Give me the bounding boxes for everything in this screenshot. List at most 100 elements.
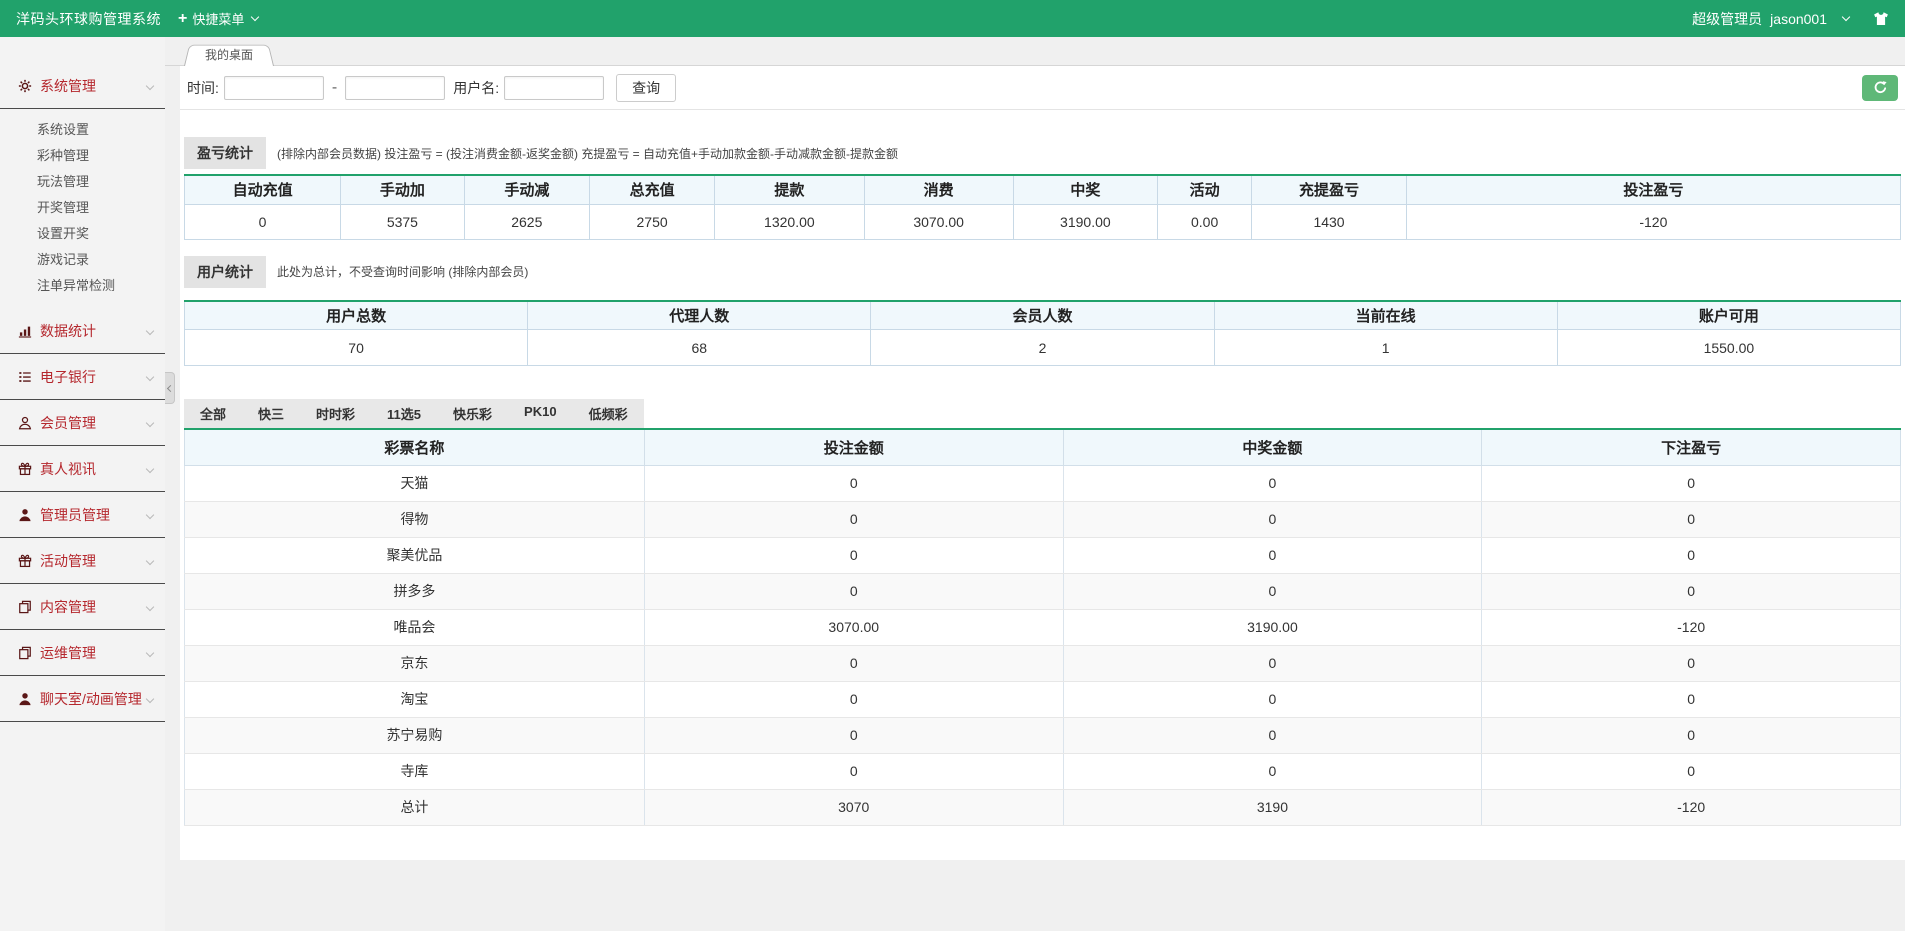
sidebar-item-label: 运维管理 xyxy=(40,643,96,663)
quick-menu-label: 快捷菜单 xyxy=(192,9,244,28)
query-button[interactable]: 查询 xyxy=(616,74,676,102)
sidebar-subitem[interactable]: 注单异常检测 xyxy=(0,273,165,299)
column-header: 自动充值 xyxy=(185,175,341,204)
sidebar-item-activities[interactable]: 活动管理 xyxy=(0,538,165,584)
lottery-tab-0[interactable]: 全部 xyxy=(184,399,242,428)
tshirt-icon xyxy=(1873,11,1889,27)
lottery-name: 苏宁易购 xyxy=(185,717,645,753)
refresh-button[interactable] xyxy=(1862,75,1898,101)
username-label: 用户名: xyxy=(453,78,499,98)
sidebar-group-activities: 活动管理 xyxy=(0,538,165,584)
sidebar-item-label: 活动管理 xyxy=(40,551,96,571)
cell-value: 0 xyxy=(1482,537,1901,573)
sidebar-item-admins[interactable]: 管理员管理 xyxy=(0,492,165,538)
lottery-tab-5[interactable]: PK10 xyxy=(508,399,573,428)
refresh-icon xyxy=(1873,80,1888,95)
lottery-name: 得物 xyxy=(185,501,645,537)
profit-table: 自动充值手动加手动减总充值提款消费中奖活动充提盈亏投注盈亏05375262527… xyxy=(184,174,1901,240)
cell-value: 0 xyxy=(1063,681,1482,717)
lottery-tab-2[interactable]: 时时彩 xyxy=(300,399,371,428)
lottery-tab-1[interactable]: 快三 xyxy=(242,399,300,428)
gear-icon xyxy=(18,78,33,93)
user-filled-icon xyxy=(18,691,33,706)
sidebar-group-data-stats: 数据统计 xyxy=(0,308,165,354)
sidebar-nav: 系统管理系统设置彩种管理玩法管理开奖管理设置开奖游戏记录注单异常检测数据统计电子… xyxy=(0,63,165,722)
topbar-right: 超级管理员 jason001 xyxy=(1692,9,1905,29)
sidebar-item-system[interactable]: 系统管理 xyxy=(0,63,165,109)
user-menu[interactable]: 超级管理员 jason001 xyxy=(1692,9,1849,29)
tab-my-desktop[interactable]: 我的桌面 xyxy=(184,42,274,66)
table-row: 苏宁易购000 xyxy=(185,717,1901,753)
column-header: 账户可用 xyxy=(1557,301,1900,330)
content-panel: 时间: - 用户名: 查询 盈亏统计 (排除内部会员数据) 投注盈亏 = (投注… xyxy=(180,66,1905,860)
sidebar-item-content[interactable]: 内容管理 xyxy=(0,584,165,630)
cell-value: 0 xyxy=(1063,645,1482,681)
column-header: 消费 xyxy=(864,175,1013,204)
table-row: 05375262527501320.003070.003190.000.0014… xyxy=(185,204,1901,239)
sidebar-subitem[interactable]: 设置开奖 xyxy=(0,221,165,247)
sidebar-item-ops[interactable]: 运维管理 xyxy=(0,630,165,676)
table-row: 天猫000 xyxy=(185,465,1901,501)
sidebar-item-data-stats[interactable]: 数据统计 xyxy=(0,308,165,354)
chevron-down-icon xyxy=(146,648,154,656)
sidebar-subitem[interactable]: 游戏记录 xyxy=(0,247,165,273)
column-header: 活动 xyxy=(1157,175,1251,204)
user-role: 超级管理员 xyxy=(1692,9,1762,29)
sidebar-group-chatroom: 聊天室/动画管理 xyxy=(0,676,165,722)
bar-chart-icon xyxy=(18,323,33,338)
column-header: 投注金额 xyxy=(644,429,1063,465)
lottery-name: 总计 xyxy=(185,789,645,825)
sidebar-item-e-bank[interactable]: 电子银行 xyxy=(0,354,165,400)
cell-value: 0 xyxy=(1482,501,1901,537)
copy-icon xyxy=(18,645,33,660)
sidebar-subitem[interactable]: 系统设置 xyxy=(0,117,165,143)
chevron-down-icon xyxy=(146,81,154,89)
cell-value: 0 xyxy=(1063,717,1482,753)
lottery-name: 唯品会 xyxy=(185,609,645,645)
column-header: 代理人数 xyxy=(528,301,871,330)
chevron-left-icon xyxy=(167,384,174,391)
sidebar-subitem[interactable]: 开奖管理 xyxy=(0,195,165,221)
sidebar-item-chatroom[interactable]: 聊天室/动画管理 xyxy=(0,676,165,722)
table-row: 总计30703190-120 xyxy=(185,789,1901,825)
sidebar-subitem[interactable]: 彩种管理 xyxy=(0,143,165,169)
sidebar-item-live-video[interactable]: 真人视讯 xyxy=(0,446,165,492)
sidebar-item-members[interactable]: 会员管理 xyxy=(0,400,165,446)
lottery-tab-3[interactable]: 11选5 xyxy=(371,399,437,428)
sidebar-group-system: 系统管理系统设置彩种管理玩法管理开奖管理设置开奖游戏记录注单异常检测 xyxy=(0,63,165,308)
stat-value: 2750 xyxy=(589,204,714,239)
lottery-tab-4[interactable]: 快乐彩 xyxy=(437,399,508,428)
main-area: 我的桌面 时间: - 用户名: 查询 盈亏统计 (排除内部会员数据) 投注盈亏 … xyxy=(165,37,1905,860)
chevron-down-icon xyxy=(1842,12,1850,20)
table-row: 唯品会3070.003190.00-120 xyxy=(185,609,1901,645)
stat-value: 1550.00 xyxy=(1557,330,1900,366)
sidebar-collapse-handle[interactable] xyxy=(165,372,175,404)
stat-value: 1430 xyxy=(1252,204,1406,239)
user-filled-icon xyxy=(18,507,33,522)
cell-value: 0 xyxy=(1063,573,1482,609)
list-icon xyxy=(18,369,33,384)
time-end-input[interactable] xyxy=(345,76,445,100)
lottery-tab-6[interactable]: 低频彩 xyxy=(573,399,644,428)
column-header: 彩票名称 xyxy=(185,429,645,465)
column-header: 下注盈亏 xyxy=(1482,429,1901,465)
profit-section-note: (排除内部会员数据) 投注盈亏 = (投注消费金额-返奖金额) 充提盈亏 = 自… xyxy=(277,145,898,162)
stat-value: 70 xyxy=(185,330,528,366)
cell-value: 3070.00 xyxy=(644,609,1063,645)
user-stats-table: 用户总数代理人数会员人数当前在线账户可用7068211550.00 xyxy=(184,300,1901,367)
copy-icon xyxy=(18,599,33,614)
username-input[interactable] xyxy=(504,76,604,100)
cell-value: 0 xyxy=(1482,645,1901,681)
sidebar-item-label: 内容管理 xyxy=(40,597,96,617)
cell-value: -120 xyxy=(1482,789,1901,825)
chevron-down-icon xyxy=(146,510,154,518)
table-row: 聚美优品000 xyxy=(185,537,1901,573)
quick-menu-button[interactable]: + 快捷菜单 xyxy=(178,9,258,28)
column-header: 用户总数 xyxy=(185,301,528,330)
stat-value: -120 xyxy=(1406,204,1900,239)
stat-value: 5375 xyxy=(341,204,465,239)
chevron-down-icon xyxy=(251,12,259,20)
theme-button[interactable] xyxy=(1873,11,1889,27)
time-start-input[interactable] xyxy=(224,76,324,100)
sidebar-subitem[interactable]: 玩法管理 xyxy=(0,169,165,195)
